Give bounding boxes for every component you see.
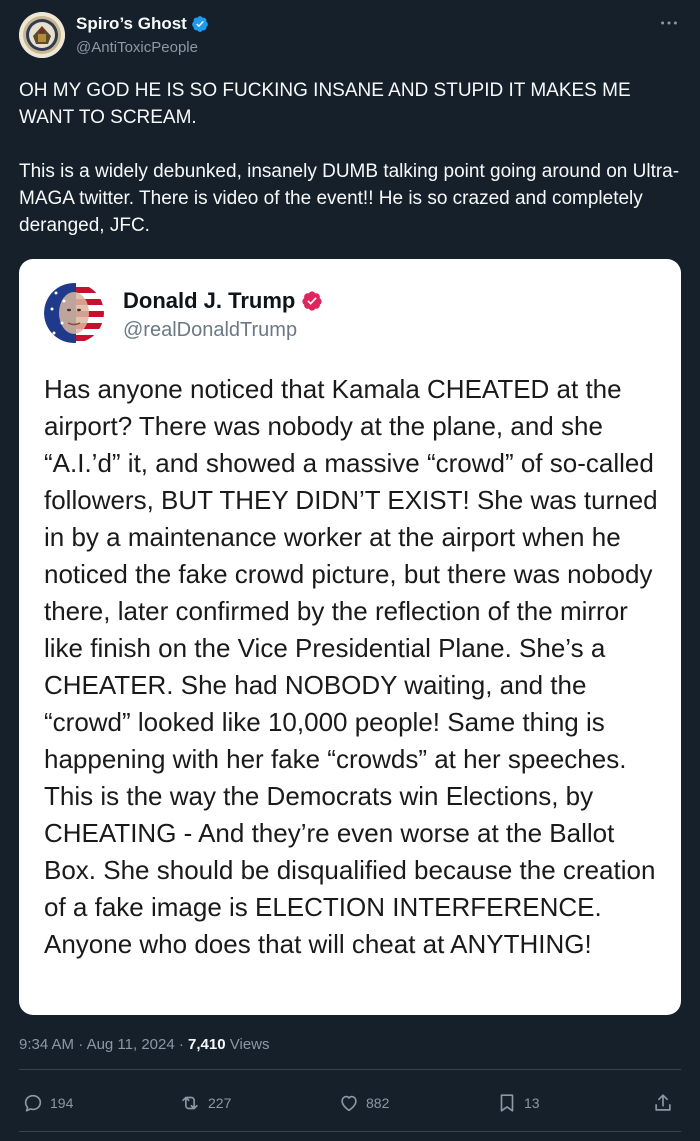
repost-count: 227 (208, 1095, 232, 1111)
tweet-paragraph: OH MY GOD HE IS SO FUCKING INSANE AND ST… (19, 80, 631, 128)
seal-avatar-image (19, 12, 65, 58)
author-name-row[interactable]: Spiro’s Ghost (76, 14, 209, 34)
bookmark-icon (500, 1094, 514, 1112)
like-button[interactable]: 882 (338, 1092, 389, 1114)
bookmark-button[interactable]: 13 (496, 1092, 540, 1114)
meta-separator: · (78, 1036, 84, 1053)
embedded-author-handle: @realDonaldTrump (123, 319, 298, 341)
verified-badge-icon (191, 16, 208, 32)
reply-button[interactable]: 194 (22, 1092, 73, 1114)
tweet-date[interactable]: Aug 11, 2024 (87, 1036, 175, 1053)
embedded-author-display-name: Donald J. Trump (123, 288, 296, 313)
like-count: 882 (366, 1095, 390, 1111)
embedded-post-text: Has anyone noticed that Kamala CHEATED a… (44, 374, 658, 959)
views-count: 7,410 (188, 1036, 226, 1053)
action-bar: 194 227 882 13 (0, 1082, 700, 1128)
more-icon[interactable] (658, 12, 680, 34)
tweet-container: Spiro’s Ghost @AntiToxicPeople OH MY GOD… (0, 0, 700, 1141)
divider (19, 1131, 681, 1132)
meta-separator: · (178, 1036, 184, 1053)
embedded-post-image[interactable]: Donald J. Trump @realDonaldTrump Has any… (19, 259, 681, 1015)
tweet-meta: 9:34 AM · Aug 11, 2024 · 7,410 Views (19, 1036, 270, 1053)
divider (19, 1069, 681, 1070)
verified-badge-icon (302, 291, 322, 311)
repost-button[interactable]: 227 (178, 1092, 231, 1114)
reply-icon (24, 1094, 42, 1112)
bookmark-count: 13 (524, 1095, 540, 1111)
views-label: Views (229, 1036, 270, 1053)
tweet-text: OH MY GOD HE IS SO FUCKING INSANE AND ST… (19, 77, 683, 239)
tweet-time[interactable]: 9:34 AM (19, 1036, 74, 1053)
repost-icon (182, 1096, 198, 1110)
share-button[interactable] (652, 1092, 674, 1114)
tweet-paragraph: This is a widely debunked, insanely DUMB… (19, 161, 680, 236)
share-icon (655, 1094, 671, 1111)
reply-count: 194 (50, 1095, 74, 1111)
embedded-author-name-row: Donald J. Trump (123, 288, 323, 314)
heart-icon (341, 1095, 357, 1112)
author-handle[interactable]: @AntiToxicPeople (76, 39, 198, 56)
author-avatar[interactable] (19, 12, 65, 58)
author-display-name[interactable]: Spiro’s Ghost (76, 14, 187, 34)
embedded-author-avatar (44, 283, 104, 343)
